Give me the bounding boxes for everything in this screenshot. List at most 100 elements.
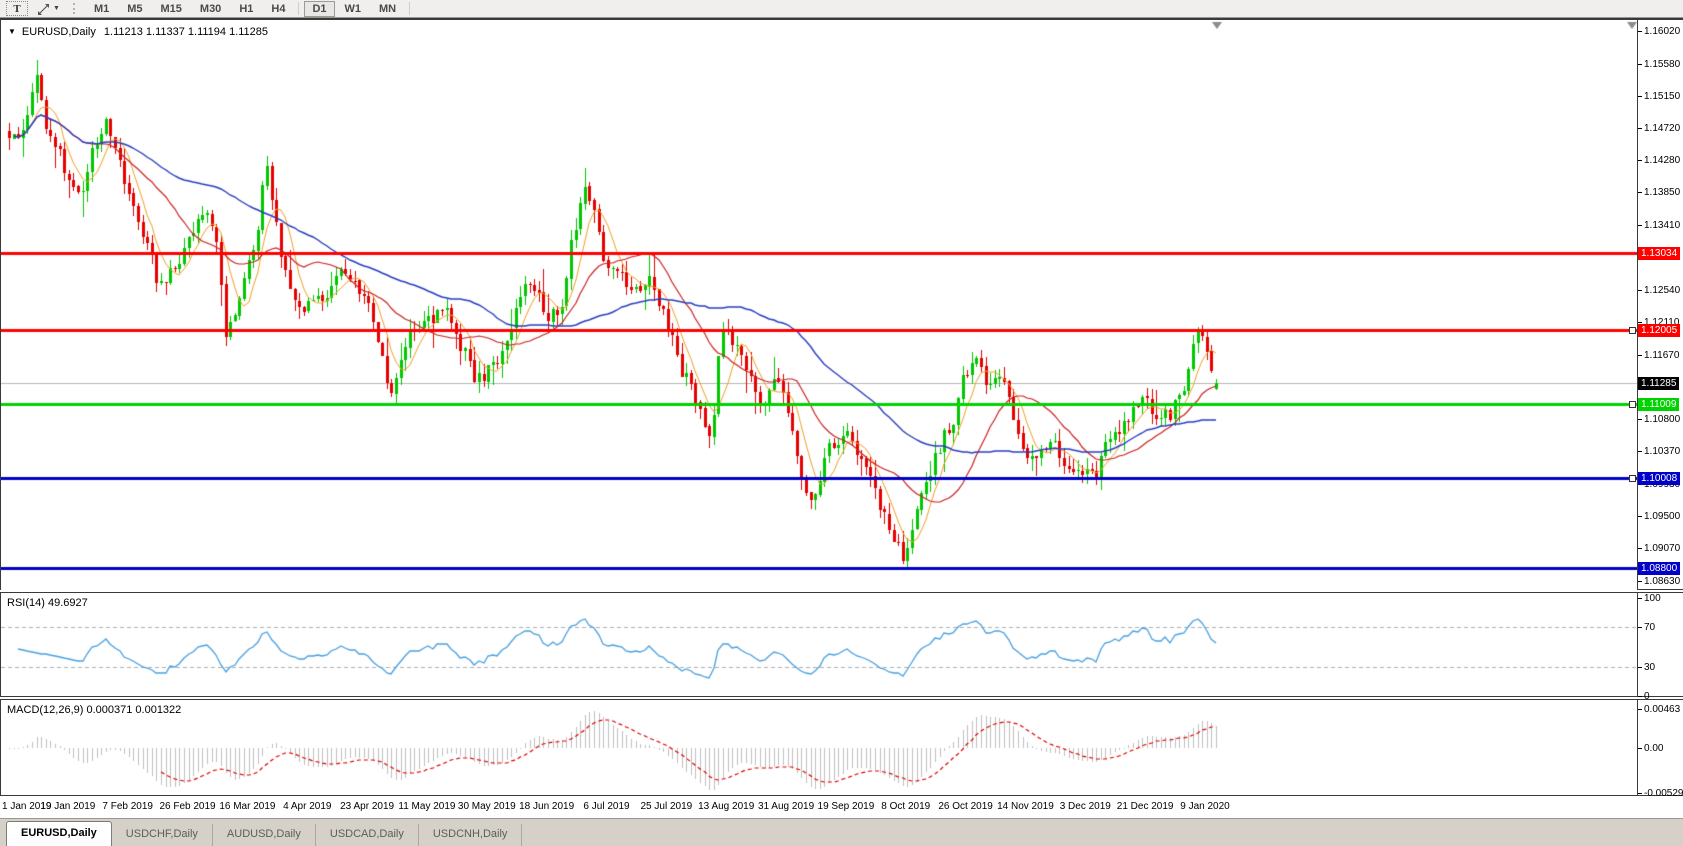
axis-tick-mark — [1638, 192, 1642, 193]
hline-price-flag[interactable]: 1.11009 — [1638, 398, 1679, 411]
date-axis-label: 8 Oct 2019 — [881, 801, 930, 812]
toolbar-separator — [409, 2, 410, 15]
axis-tick-mark — [1638, 96, 1642, 97]
timeframe-button-d1[interactable]: D1 — [304, 1, 334, 17]
hline-price-flag[interactable]: 1.10008 — [1638, 472, 1680, 485]
price-chart-canvas[interactable] — [1, 20, 1637, 590]
timeframe-button-m30[interactable]: M30 — [192, 1, 229, 17]
date-axis-label: 25 Jul 2019 — [640, 801, 692, 812]
axis-tick-text: 1.14280 — [1644, 155, 1680, 166]
timeframe-button-m5[interactable]: M5 — [119, 1, 150, 17]
axis-tick-text: 0.00463 — [1644, 704, 1680, 715]
axis-tick-mark — [1638, 581, 1642, 582]
macd-indicator-window: MACD(12,26,9) 0.000371 0.001322 0.00463 0… — [0, 699, 1683, 796]
date-axis[interactable]: 1 Jan 201919 Jan 20197 Feb 201926 Feb 20… — [0, 797, 1683, 818]
timeframe-button-h1[interactable]: H1 — [231, 1, 261, 17]
ohlc-values: 1.11213 1.11337 1.11194 1.11285 — [104, 26, 268, 38]
date-axis-label: 14 Nov 2019 — [997, 801, 1054, 812]
axis-tick-text: 1.09500 — [1644, 511, 1680, 522]
axis-tick-mark — [1638, 451, 1642, 452]
cursor-modes-icon — [37, 3, 50, 15]
mt4-terminal: { "toolbar": { "text_tool_label": "T", "… — [0, 0, 1683, 846]
main-chart-window: ▼ EURUSD,Daily 1.11213 1.11337 1.11194 1.1… — [0, 18, 1683, 590]
tab-audusd-daily[interactable]: AUDUSD,Daily — [213, 824, 316, 846]
axis-tick-mark — [1638, 516, 1642, 517]
current-price-flag: 1.11285 — [1638, 377, 1679, 390]
date-axis-label: 31 Aug 2019 — [758, 801, 814, 812]
axis-tick-text: 70 — [1644, 622, 1655, 633]
date-axis-label: 3 Dec 2019 — [1060, 801, 1111, 812]
axis-tick-text: 1.16020 — [1644, 26, 1680, 37]
axis-tick-text: 1.10370 — [1644, 446, 1680, 457]
text-tool-button[interactable]: T — [6, 1, 28, 16]
axis-tick-text: 1.13410 — [1644, 220, 1680, 231]
axis-tick-text: 0.00 — [1644, 743, 1663, 754]
tab-usdcad-daily[interactable]: USDCAD,Daily — [316, 824, 419, 846]
toolbar-separator — [298, 2, 299, 15]
date-axis-label: 30 May 2019 — [458, 801, 516, 812]
hline-price-flag[interactable]: 1.13034 — [1638, 247, 1680, 260]
date-axis-label: 4 Apr 2019 — [283, 801, 331, 812]
date-axis-label: 6 Jul 2019 — [583, 801, 629, 812]
axis-tick-mark — [1638, 548, 1642, 549]
timeframe-button-w1[interactable]: W1 — [337, 1, 370, 17]
rsi-canvas[interactable] — [1, 593, 1637, 696]
chart-menu-dropdown-icon[interactable]: ▼ — [8, 27, 16, 36]
axis-tick-text: 100 — [1644, 593, 1661, 604]
timeframe-button-m15[interactable]: M15 — [153, 1, 190, 17]
date-axis-label: 23 Apr 2019 — [340, 801, 394, 812]
tab-usdchf-daily[interactable]: USDCHF,Daily — [112, 824, 213, 846]
hline-drag-handle[interactable] — [1629, 327, 1636, 334]
hline-drag-handle[interactable] — [1629, 401, 1636, 408]
date-axis-label: 18 Jun 2019 — [519, 801, 574, 812]
axis-tick-mark — [1638, 748, 1642, 749]
tab-usdcnh-daily[interactable]: USDCNH,Daily — [419, 824, 523, 846]
axis-tick-text: 1.15150 — [1644, 91, 1680, 102]
axis-tick-text: 30 — [1644, 662, 1655, 673]
macd-label: MACD(12,26,9) 0.000371 0.001322 — [7, 704, 181, 716]
timeframe-button-m1[interactable]: M1 — [86, 1, 117, 17]
axis-tick-text: 1.09070 — [1644, 543, 1680, 554]
date-axis-label: 11 May 2019 — [398, 801, 455, 812]
hline-price-flag[interactable]: 1.12005 — [1638, 324, 1680, 337]
symbol-period-label: EURUSD,Daily — [22, 26, 96, 38]
date-axis-label: 26 Feb 2019 — [159, 801, 215, 812]
axis-tick-mark — [1638, 793, 1642, 794]
axis-tick-mark — [1638, 31, 1642, 32]
axis-tick-text: 1.08630 — [1644, 576, 1680, 587]
axis-tick-text: 1.10800 — [1644, 414, 1680, 425]
chart-title[interactable]: ▼ EURUSD,Daily 1.11213 1.11337 1.11194 1.1… — [8, 26, 268, 38]
price-axis[interactable] — [1637, 20, 1683, 589]
axis-tick-text: 1.12540 — [1644, 285, 1680, 296]
timeframe-buttons: M1M5M15M30H1H4 D1W1MN — [85, 1, 414, 17]
date-axis-label: 26 Oct 2019 — [938, 801, 992, 812]
macd-canvas[interactable] — [1, 700, 1637, 795]
toolbar-grip — [73, 3, 77, 14]
axis-tick-mark — [1638, 128, 1642, 129]
timeframe-button-mn[interactable]: MN — [371, 1, 404, 17]
axis-tick-mark — [1638, 225, 1642, 226]
axis-tick-mark — [1638, 355, 1642, 356]
cursor-modes-button[interactable]: ▼ — [34, 2, 63, 15]
axis-tick-mark — [1638, 598, 1642, 599]
date-axis-label: 16 Mar 2019 — [219, 801, 275, 812]
axis-tick-mark — [1638, 160, 1642, 161]
axis-tick-mark — [1638, 64, 1642, 65]
date-axis-label: 7 Feb 2019 — [102, 801, 153, 812]
axis-tick-mark — [1638, 709, 1642, 710]
axis-tick-text: 1.11670 — [1644, 350, 1679, 361]
hline-price-flag[interactable]: 1.08800 — [1638, 562, 1680, 575]
timeframe-button-h4[interactable]: H4 — [263, 1, 293, 17]
axis-tick-mark — [1638, 419, 1642, 420]
hline-drag-handle[interactable] — [1629, 475, 1636, 482]
rsi-axis[interactable] — [1637, 593, 1683, 696]
text-tool-icon: T — [13, 3, 20, 15]
axis-tick-text: 1.15580 — [1644, 59, 1680, 70]
tab-eurusd-daily[interactable]: EURUSD,Daily — [6, 821, 112, 846]
axis-tick-mark — [1638, 667, 1642, 668]
toolbar: T ▼ M1M5M15M30H1H4 D1W1MN — [0, 0, 1683, 18]
date-axis-label: 9 Jan 2020 — [1180, 801, 1230, 812]
axis-tick-mark — [1638, 322, 1642, 323]
axis-tick-text: 1.13850 — [1644, 187, 1680, 198]
date-axis-label: 19 Jan 2019 — [40, 801, 95, 812]
